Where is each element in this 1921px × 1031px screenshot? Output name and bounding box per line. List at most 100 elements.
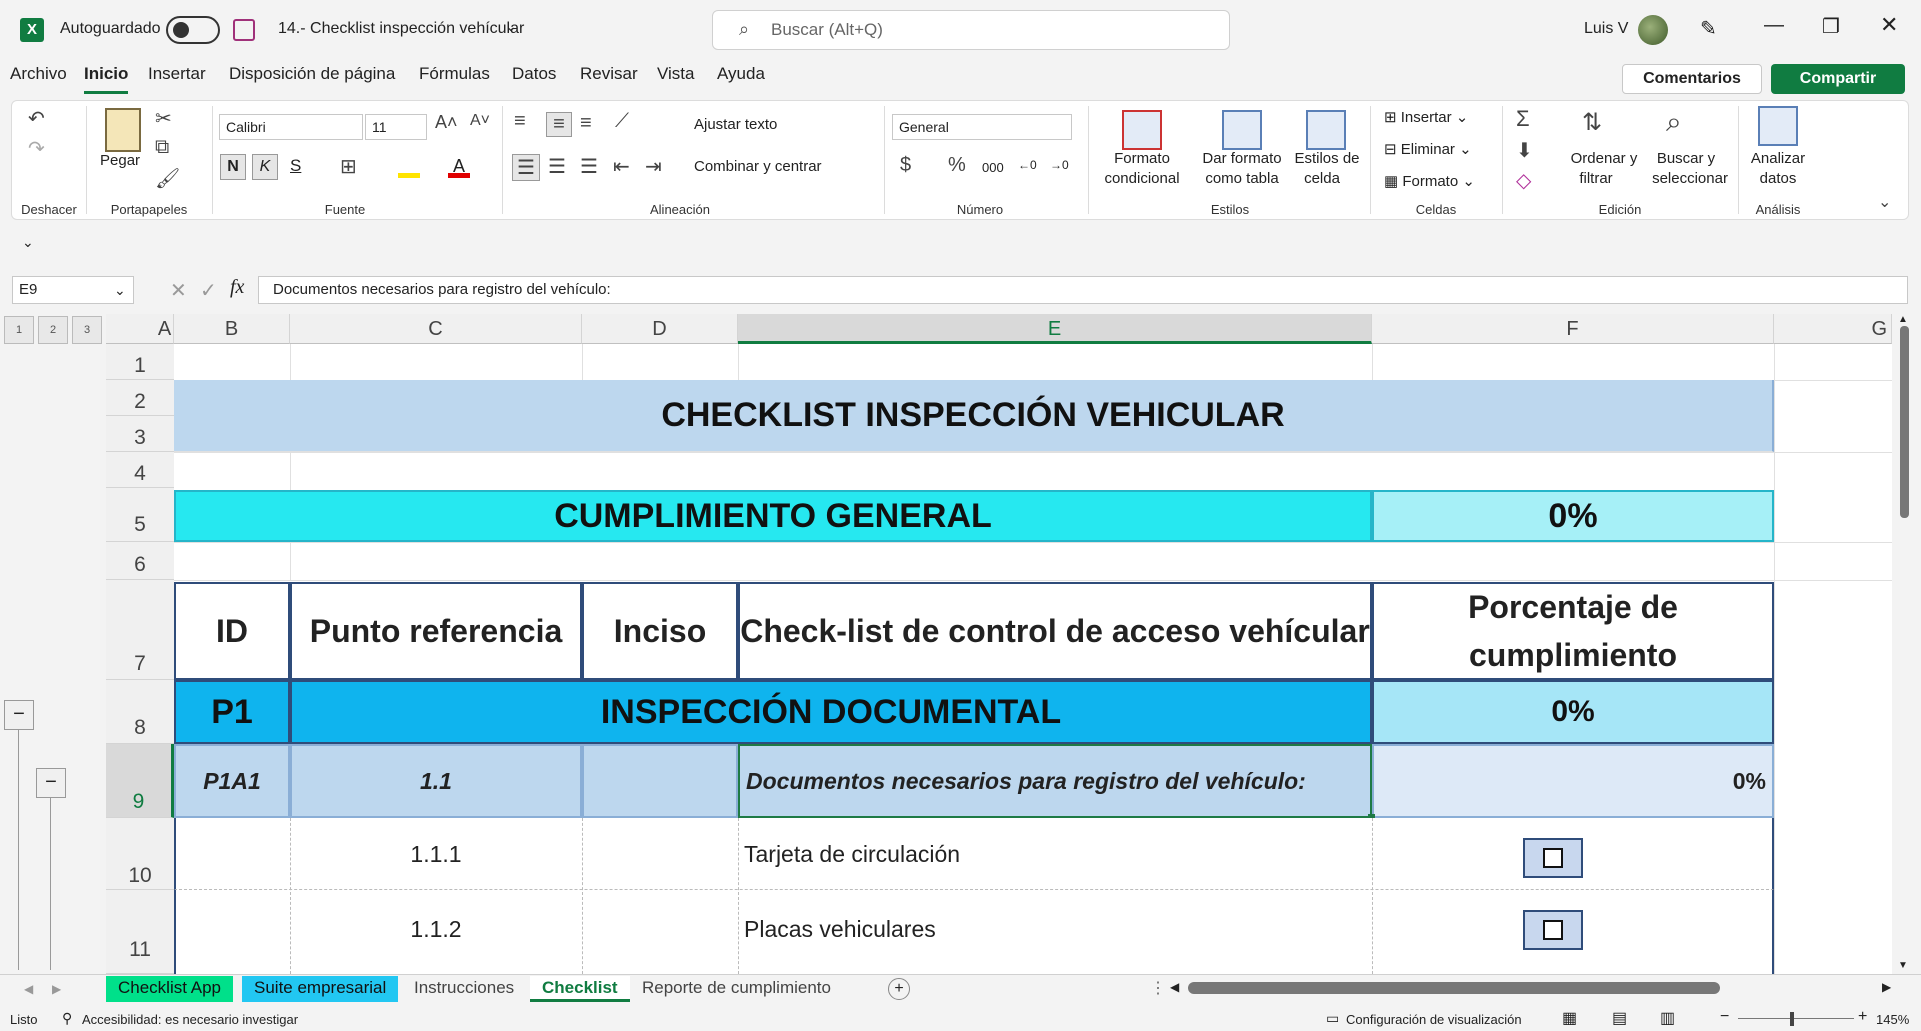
tab-reporte[interactable]: Reporte de cumplimiento (630, 976, 843, 1002)
enter-icon[interactable]: ✓ (200, 278, 217, 303)
collapse-group-button[interactable]: − (4, 700, 34, 730)
scroll-right-icon[interactable]: ▶ (1882, 980, 1891, 994)
item-checkbox[interactable] (1523, 838, 1583, 878)
insert-function-icon[interactable]: fx (230, 276, 244, 299)
menu-inicio[interactable]: Inicio (84, 64, 129, 94)
zoom-in-icon[interactable]: + (1858, 1008, 1867, 1026)
restore-icon[interactable]: ❐ (1822, 14, 1840, 39)
delete-cells-button[interactable]: ⊟ Eliminar ⌄ (1384, 140, 1472, 158)
row-header-1[interactable]: 1 (106, 344, 174, 380)
col-header-f[interactable]: F (1372, 314, 1774, 344)
menu-formulas[interactable]: Fórmulas (419, 64, 490, 94)
format-as-table-label-2[interactable]: como tabla (1194, 170, 1290, 187)
bold-button[interactable]: N (220, 154, 246, 180)
col-header-c[interactable]: C (290, 314, 582, 344)
header-ref[interactable]: Punto referencia (290, 582, 582, 680)
subsection-id[interactable]: P1A1 (174, 744, 290, 818)
tab-instrucciones[interactable]: Instrucciones (402, 976, 526, 1002)
scroll-up-icon[interactable]: ▲ (1898, 314, 1908, 325)
share-button[interactable]: Compartir (1771, 64, 1905, 94)
cell-styles-icon[interactable] (1306, 110, 1346, 150)
chevron-down-icon[interactable]: ⌄ (505, 18, 517, 35)
outline-level-3[interactable]: 3 (72, 316, 102, 344)
horizontal-scroll-thumb[interactable] (1188, 982, 1720, 994)
align-right-icon[interactable]: ☰ (580, 154, 598, 179)
find-label-1[interactable]: Buscar y (1644, 150, 1728, 167)
fill-color-icon[interactable] (398, 156, 420, 178)
item-label[interactable]: Placas vehiculares (738, 890, 1372, 968)
row-header-6[interactable]: 6 (106, 542, 174, 580)
font-size-select[interactable]: 11 (365, 114, 427, 140)
font-color-icon[interactable]: A (448, 156, 470, 178)
autosave-toggle[interactable] (166, 16, 220, 44)
subsection-value[interactable]: 0% (1372, 744, 1774, 818)
search-box[interactable]: ⌕ Buscar (Alt+Q) (712, 10, 1230, 50)
clear-icon[interactable]: ◇ (1516, 168, 1531, 193)
next-sheet-icon[interactable]: ▶ (52, 982, 61, 996)
row-header-10[interactable]: 10 (106, 818, 174, 890)
display-settings-icon[interactable]: ▭ (1326, 1010, 1339, 1027)
row-header-8[interactable]: 8 (106, 680, 174, 744)
general-compliance-value[interactable]: 0% (1372, 490, 1774, 542)
document-title[interactable]: 14.- Checklist inspección vehícular (278, 20, 524, 38)
menu-insertar[interactable]: Insertar (148, 64, 206, 94)
subsection-ref[interactable]: 1.1 (290, 744, 582, 818)
formula-input[interactable]: Documentos necesarios para registro del … (258, 276, 1908, 304)
sort-filter-icon[interactable]: ⇅ (1582, 108, 1602, 137)
header-checklist[interactable]: Check-list de control de acceso vehícula… (738, 582, 1372, 680)
percent-icon[interactable]: % (948, 154, 966, 177)
fill-icon[interactable]: ⬇ (1516, 138, 1533, 163)
analyze-label-1[interactable]: Analizar (1740, 150, 1816, 167)
conditional-format-label-1[interactable]: Formato (1100, 150, 1184, 167)
merge-center-button[interactable]: Combinar y centrar (694, 158, 822, 175)
increase-decimal-icon[interactable]: ←0 (1018, 158, 1037, 172)
number-format-select[interactable]: General (892, 114, 1072, 140)
thousands-icon[interactable]: 000 (982, 160, 1004, 175)
paste-label[interactable]: Pegar (100, 152, 140, 169)
section-id[interactable]: P1 (174, 680, 290, 744)
col-header-d[interactable]: D (582, 314, 738, 344)
header-id[interactable]: ID (174, 582, 290, 680)
section-label[interactable]: INSPECCIÓN DOCUMENTAL (290, 680, 1372, 744)
tab-checklist[interactable]: Checklist (530, 976, 630, 1002)
find-icon[interactable]: ⌕ (1666, 106, 1682, 139)
menu-disposicion[interactable]: Disposición de página (229, 64, 395, 94)
scroll-down-icon[interactable]: ▼ (1898, 960, 1908, 971)
tab-split-handle-icon[interactable]: ⋮ (1150, 978, 1166, 998)
menu-ayuda[interactable]: Ayuda (717, 64, 765, 94)
cut-icon[interactable]: ✂ (155, 106, 172, 131)
col-header-g[interactable]: G (1774, 314, 1892, 344)
decrease-decimal-icon[interactable]: →0 (1050, 158, 1069, 172)
menu-datos[interactable]: Datos (512, 64, 556, 94)
analyze-data-icon[interactable] (1758, 106, 1798, 146)
conditional-format-icon[interactable] (1122, 110, 1162, 150)
item-label[interactable]: Tarjeta de circulación (738, 818, 1372, 890)
analyze-label-2[interactable]: datos (1740, 170, 1816, 187)
row-header-7[interactable]: 7 (106, 580, 174, 680)
decrease-font-icon[interactable]: A˅ (470, 112, 490, 130)
comments-button[interactable]: Comentarios (1622, 64, 1762, 94)
accessibility-status[interactable]: Accesibilidad: es necesario investigar (82, 1012, 298, 1027)
zoom-slider[interactable] (1738, 1018, 1854, 1019)
page-break-icon[interactable]: ▥ (1660, 1008, 1675, 1028)
row-header-11[interactable]: 11 (106, 890, 174, 974)
pen-icon[interactable]: ✎ (1700, 16, 1717, 41)
header-percentage[interactable]: Porcentaje de cumplimiento (1372, 582, 1774, 680)
chevron-down-icon[interactable]: ⌄ (22, 234, 34, 251)
tab-suite-empresarial[interactable]: Suite empresarial (242, 976, 399, 1002)
outline-level-1[interactable]: 1 (4, 316, 34, 344)
row-header-2[interactable]: 2 (106, 380, 174, 416)
cell-styles-label-1[interactable]: Estilos de (1290, 150, 1364, 167)
subsection-inciso[interactable] (582, 744, 738, 818)
insert-cells-button[interactable]: ⊞ Insertar ⌄ (1384, 108, 1468, 126)
conditional-format-label-2[interactable]: condicional (1094, 170, 1190, 187)
row-header-3[interactable]: 3 (106, 416, 174, 452)
col-header-e[interactable]: E (738, 314, 1372, 344)
chevron-down-icon[interactable]: ⌄ (114, 282, 126, 299)
col-header-a[interactable]: A (156, 314, 174, 344)
align-top-icon[interactable]: ≡ (514, 110, 526, 133)
format-cells-button[interactable]: ▦ Formato ⌄ (1384, 172, 1475, 190)
find-label-2[interactable]: seleccionar (1640, 170, 1740, 187)
row-header-5[interactable]: 5 (106, 488, 174, 542)
copy-icon[interactable]: ⧉ (155, 136, 169, 159)
